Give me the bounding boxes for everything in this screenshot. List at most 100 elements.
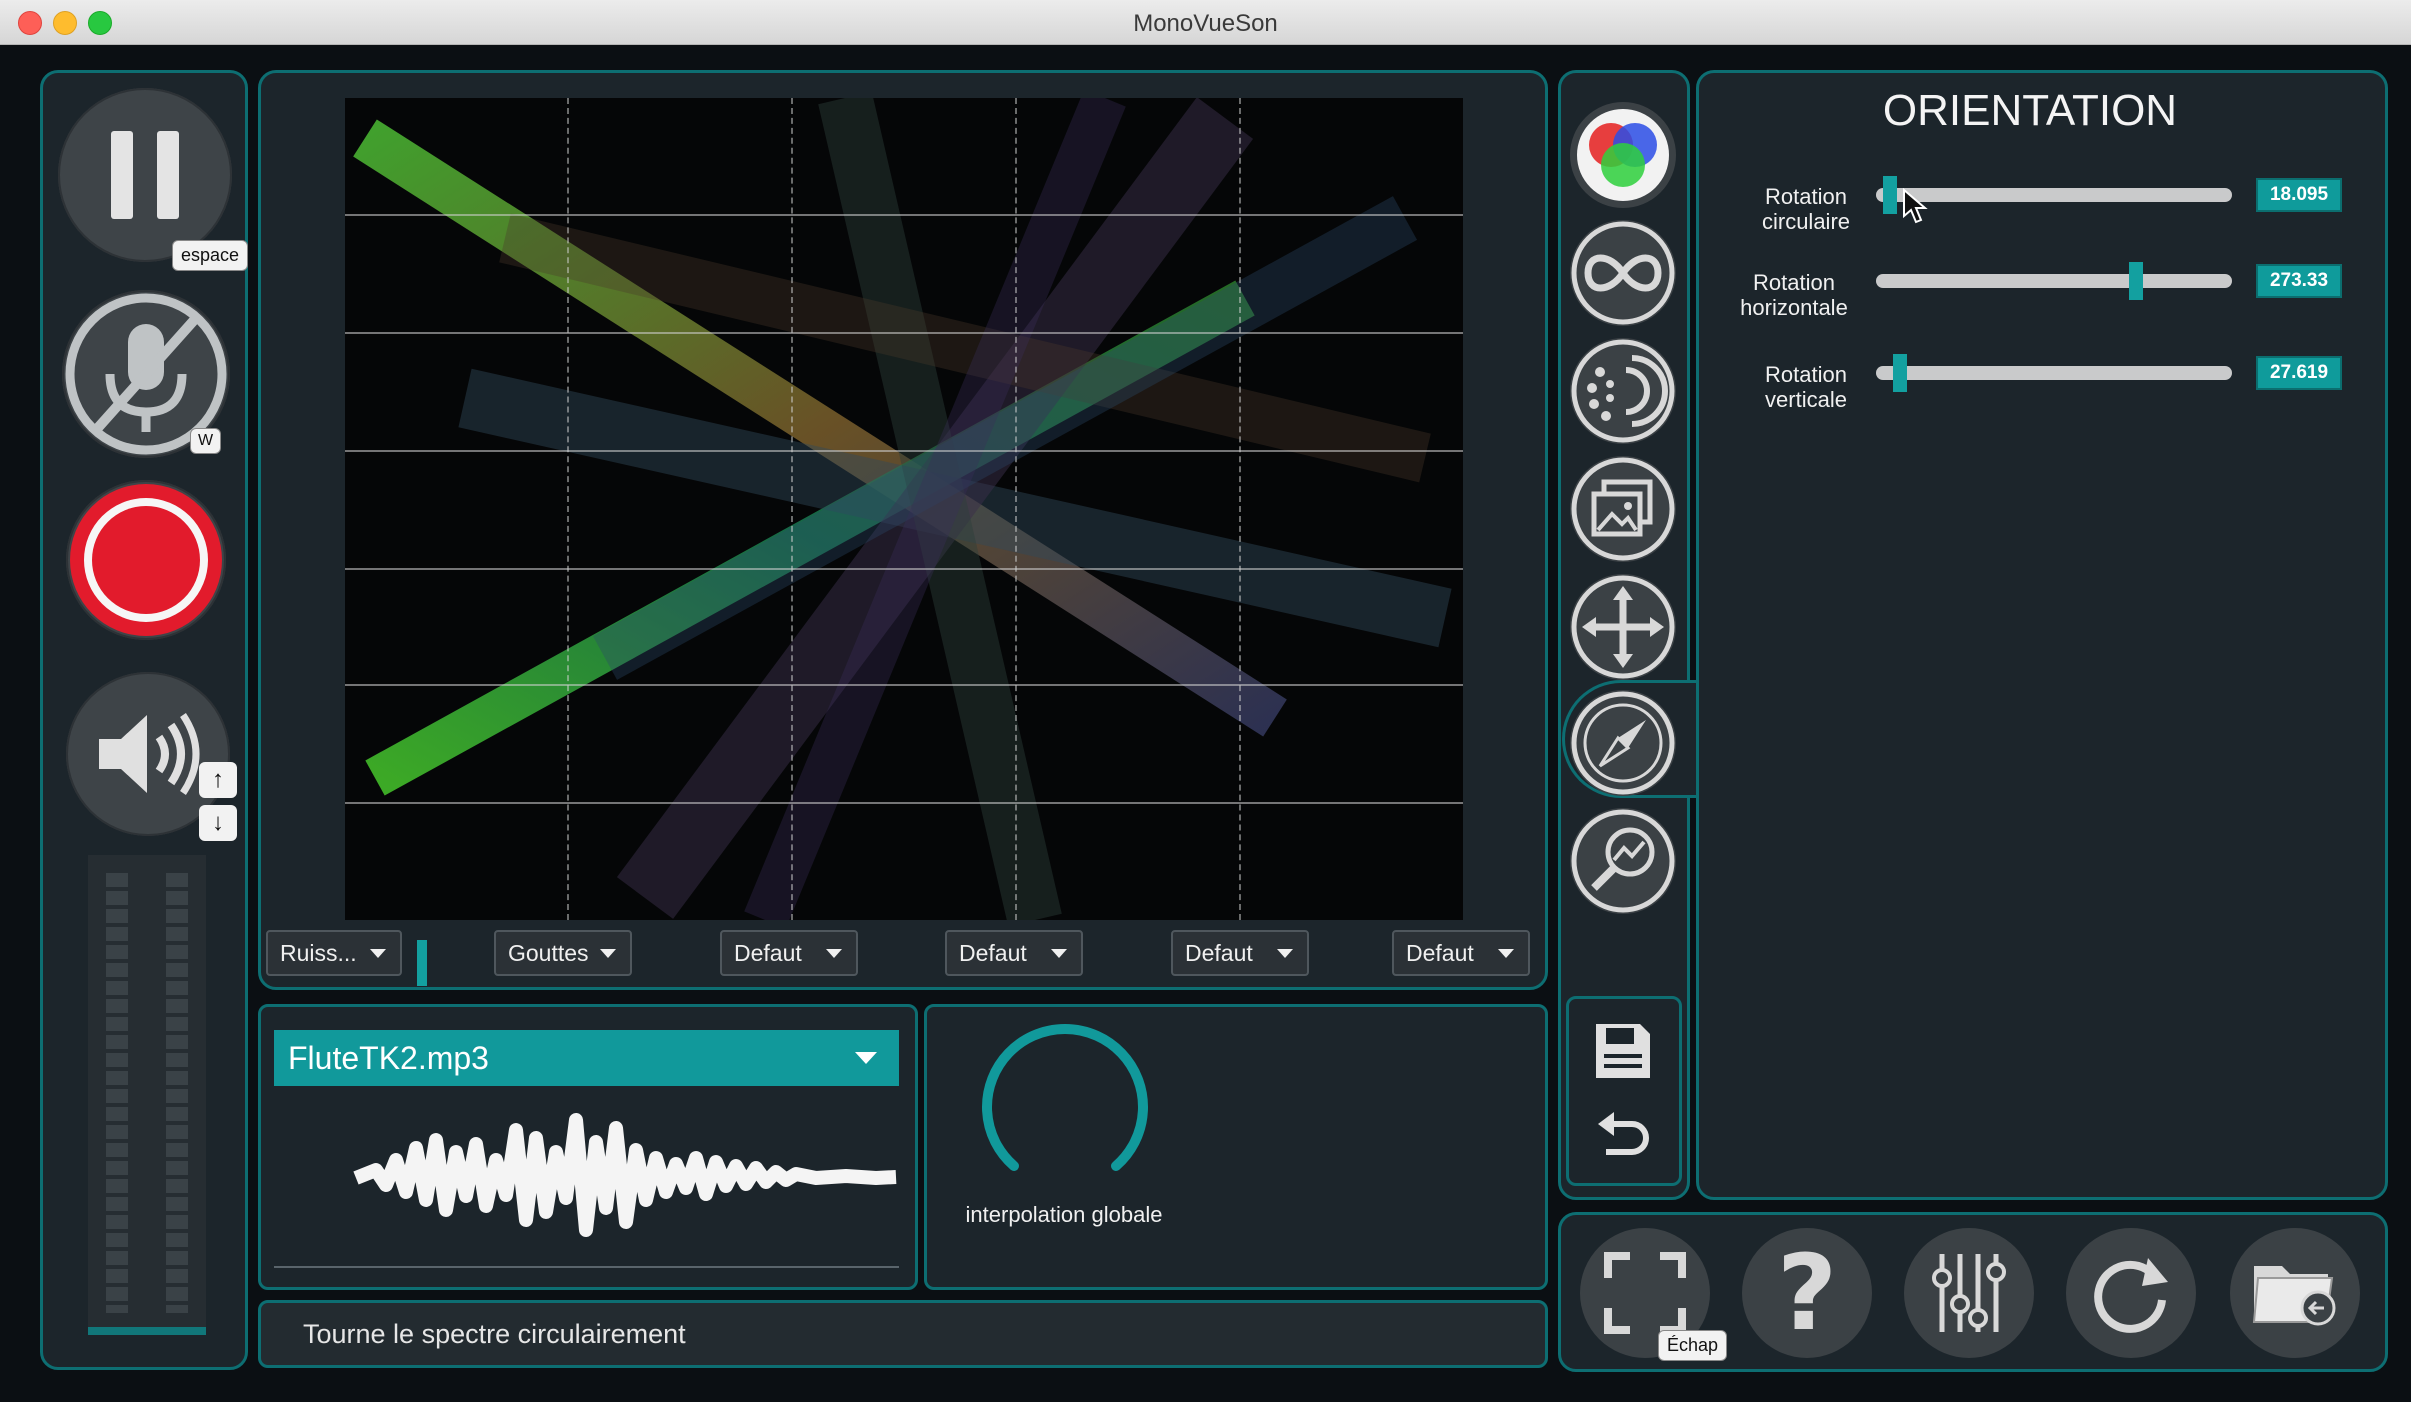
dropdown-value: Defaut [1185,939,1253,966]
level-meter-left [106,873,128,1313]
grid-line [345,568,1463,570]
waveform-baseline [274,1266,899,1268]
orientation-mode-button[interactable] [1570,690,1676,796]
chevron-down-icon [1277,949,1293,958]
color-mode-button[interactable] [1570,102,1676,208]
file-select-value: FluteTK2.mp3 [288,1039,489,1076]
pause-icon [111,131,179,219]
slider-value-text: 27.619 [2269,362,2329,383]
image-mode-button[interactable] [1570,456,1676,562]
orientation-title: ORIENTATION [1882,86,2178,135]
rgb-circles-icon [1577,109,1669,201]
chevron-down-icon [370,949,386,958]
move-arrows-icon [1571,575,1675,679]
slider-thumb[interactable] [1882,176,1897,214]
chevron-down-icon [1498,949,1514,958]
rotation-circular-slider[interactable] [1876,176,2232,214]
radial-dots-icon [1571,339,1675,443]
file-select-dropdown[interactable]: FluteTK2.mp3 [274,1030,899,1086]
slider-label-line: Rotation [1753,270,1835,295]
slider-label-line: horizontale [1740,295,1848,320]
slider-label-line: circulaire [1761,209,1851,234]
chevron-down-icon [855,1052,877,1064]
mixer-settings-button[interactable] [1904,1228,2034,1358]
pause-key-badge: espace [172,240,249,271]
compass-icon [1571,691,1675,795]
grid-line [567,98,569,920]
slider-value-text: 273.33 [2269,270,2329,291]
fullscreen-icon [1604,1252,1686,1334]
volume-up-key[interactable]: ↑ [199,762,237,798]
interpolation-label: interpolation globale [965,1202,1163,1227]
grid-line [791,98,793,920]
rotation-vertical-value[interactable]: 27.619 [2256,356,2342,390]
grid-line [345,214,1463,216]
level-meter [88,855,206,1335]
chevron-down-icon [600,949,616,958]
open-folder-button[interactable] [2230,1228,2360,1358]
spectrum-streaks [353,98,1452,920]
chevron-down-icon [1051,949,1067,958]
dots-mode-button[interactable] [1570,338,1676,444]
dropdown-value: Defaut [734,939,802,966]
grid-line [345,802,1463,804]
slider-thumb[interactable] [1893,354,1908,392]
folder-icon [2252,1266,2336,1326]
rotation-vertical-slider[interactable] [1876,354,2232,392]
spectrum-visualization[interactable] [345,98,1463,920]
title-bar: MonoVueSon [0,0,2411,45]
channel-dropdown-4[interactable]: Defaut [945,930,1083,976]
save-icon[interactable] [1592,1020,1654,1082]
refresh-icon [2094,1258,2168,1333]
status-text: Tourne le spectre circulairement [303,1318,686,1349]
dropdown-value: Defaut [959,939,1027,966]
question-mark-icon: ? [1776,1232,1838,1354]
slider-label-horizontal: Rotation horizontale [1694,270,1894,320]
orientation-panel [1696,70,2388,1200]
channel-dropdown-3[interactable]: Defaut [720,930,858,976]
slider-label-line: verticale [1765,387,1847,412]
reset-button[interactable] [2066,1228,2196,1358]
mouse-cursor-icon [1903,188,1928,224]
status-bar: Tourne le spectre circulairement [258,1300,1548,1368]
infinity-icon [1571,221,1675,325]
slider-thumb[interactable] [2129,262,2144,300]
channel-level-indicator [417,940,427,986]
grid-line [345,450,1463,452]
chevron-down-icon [826,949,842,958]
level-meter-right [166,873,188,1313]
rotation-horizontal-value[interactable]: 273.33 [2256,264,2342,298]
sliders-icon [1932,1254,2006,1332]
magnifier-graph-icon [1571,809,1675,913]
channel-dropdown-5[interactable]: Defaut [1171,930,1309,976]
image-icon [1571,457,1675,561]
loop-mode-button[interactable] [1570,220,1676,326]
grid-line [1015,98,1017,920]
interpolation-knob[interactable] [970,1016,1160,1206]
channel-dropdown-6[interactable]: Defaut [1392,930,1530,976]
analysis-mode-button[interactable] [1570,808,1676,914]
level-meter-baseline [88,1327,206,1335]
pause-button[interactable] [58,88,232,262]
record-button[interactable] [66,480,226,640]
rotation-horizontal-slider[interactable] [1876,262,2232,300]
channel-dropdown-2[interactable]: Gouttes [494,930,632,976]
mic-key-badge: W [190,428,222,454]
window-title: MonoVueSon [1133,10,1278,37]
move-mode-button[interactable] [1570,574,1676,680]
help-button[interactable]: ? [1742,1228,1872,1358]
dropdown-value: Gouttes [508,939,589,966]
grid-line [345,684,1463,686]
record-icon [70,484,222,636]
fullscreen-key-badge: Échap [1658,1330,1728,1361]
undo-icon[interactable] [1592,1104,1654,1166]
volume-down-key[interactable]: ↓ [199,805,237,841]
waveform[interactable] [346,1100,906,1250]
slider-value-text: 18.095 [2269,184,2329,205]
channel-dropdown-1[interactable]: Ruiss... [266,930,402,976]
grid-line [345,332,1463,334]
dropdown-value: Ruiss... [280,939,357,966]
grid-line [1239,98,1241,920]
rotation-circular-value[interactable]: 18.095 [2256,178,2342,212]
speaker-icon [99,713,200,795]
